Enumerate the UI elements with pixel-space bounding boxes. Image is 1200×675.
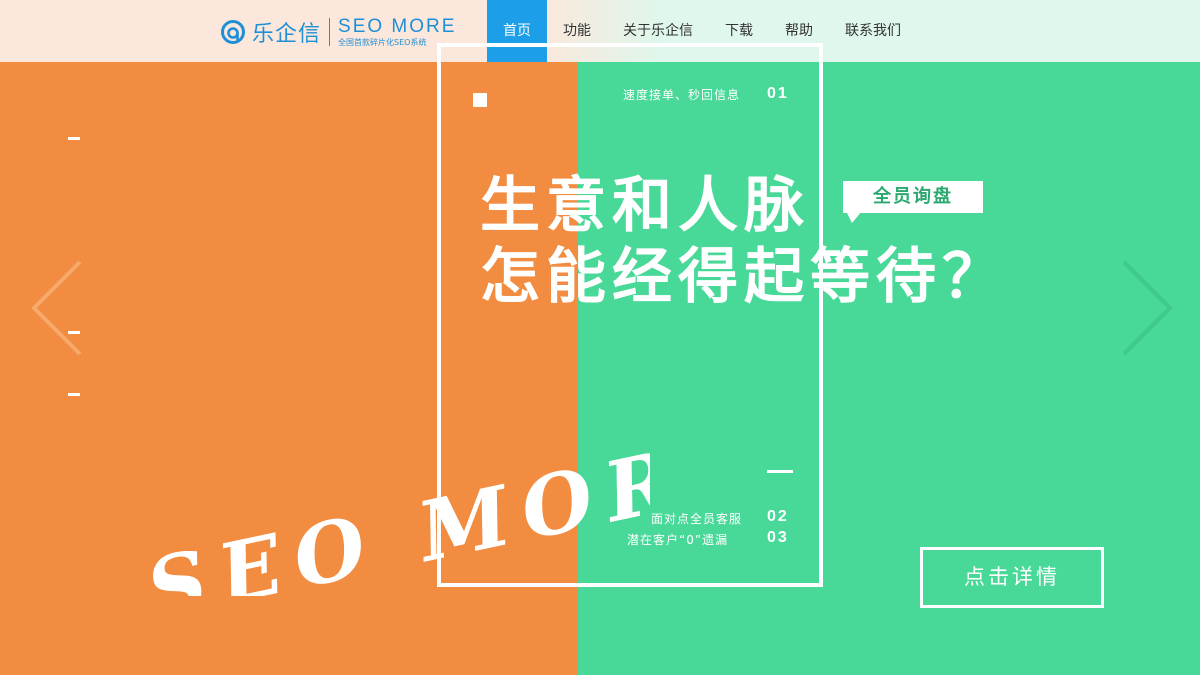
feature-text-1: 速度接单、秒回信息 — [623, 88, 741, 102]
feature-num-2: 02 — [767, 508, 789, 525]
frame-square — [473, 93, 487, 107]
brand-en-title: SEO MORE — [338, 16, 457, 37]
seo-more-script: SEO MORE — [138, 436, 650, 596]
logo-divider — [329, 18, 331, 46]
feature-text-2: 面对点全员客服 — [651, 512, 743, 526]
nav-item-contact[interactable]: 联系我们 — [829, 0, 917, 62]
chevron-left-icon[interactable] — [28, 258, 84, 358]
details-button[interactable]: 点击详情 — [920, 547, 1104, 608]
badge-quanyuan: 全员询盘 — [843, 181, 983, 213]
decor-dash — [68, 393, 80, 396]
headline-line-2: 怎能经得起等待？ — [480, 242, 1008, 312]
decor-dash — [68, 137, 80, 140]
seo-more-script-text: SEO MORE — [138, 436, 650, 596]
headline-line-1: 生意和人脉 — [480, 171, 810, 241]
spiral-logo-icon — [221, 20, 245, 44]
feature-num-1: 01 — [767, 85, 789, 102]
feature-num-3: 03 — [767, 529, 789, 546]
chevron-right-icon[interactable] — [1120, 258, 1176, 358]
site-logo[interactable]: 乐企信 SEO MORE 全国首款碎片化SEO系统 — [220, 14, 456, 50]
feature-dash — [767, 470, 793, 473]
brand-name: 乐企信 — [252, 22, 322, 47]
badge-tail — [846, 211, 862, 223]
